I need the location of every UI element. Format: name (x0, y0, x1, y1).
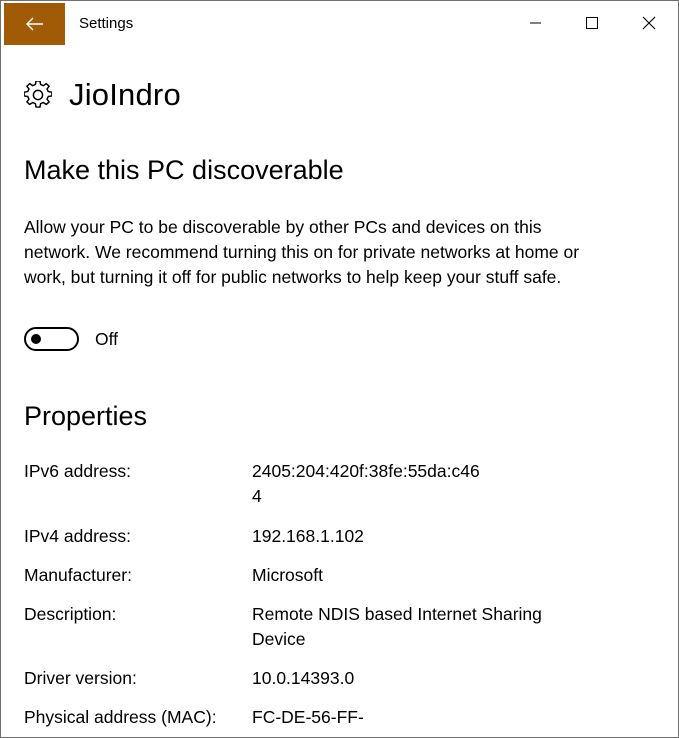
window-title: Settings (79, 15, 134, 32)
property-name: Physical address (MAC): (24, 707, 217, 727)
discoverable-heading: Make this PC discoverable (24, 155, 344, 185)
close-button[interactable] (621, 1, 677, 45)
property-name: IPv6 address: (24, 461, 131, 481)
property-name: Manufacturer: (24, 565, 132, 585)
title-bar: Settings (1, 1, 678, 45)
page-header: JioIndro (23, 77, 181, 113)
property-name: IPv4 address: (24, 526, 131, 546)
close-icon (642, 16, 656, 30)
property-value-line: 4 (252, 486, 262, 506)
property-value: 2405:204:420f:38fe:55da:c46 4 (252, 459, 488, 509)
discoverable-toggle[interactable] (24, 327, 79, 351)
settings-window: Settings JioIndro Make this PC discovera… (0, 0, 679, 738)
property-name: Driver version: (24, 668, 137, 688)
property-name: Description: (24, 604, 117, 624)
property-value-line: 2405:204:420f:38fe:55da:c46 (252, 461, 480, 481)
property-value: Remote NDIS based Internet Sharing Devic… (252, 604, 542, 649)
property-value: FC-DE-56-FF- (252, 707, 364, 727)
minimize-button[interactable] (508, 1, 564, 45)
minimize-icon (530, 17, 542, 29)
property-value: 10.0.14393.0 (252, 668, 355, 688)
property-value: Microsoft (252, 565, 323, 585)
arrow-left-icon (25, 17, 44, 31)
properties-heading: Properties (24, 401, 148, 431)
discoverable-toggle-row: Off (24, 327, 118, 351)
gear-icon (23, 80, 53, 109)
toggle-knob (31, 334, 41, 344)
property-value: 192.168.1.102 (252, 526, 364, 546)
page-title: JioIndro (69, 77, 181, 112)
discoverable-description: Allow your PC to be discoverable by othe… (24, 217, 580, 287)
maximize-icon (586, 17, 598, 29)
back-button[interactable] (4, 3, 65, 45)
maximize-button[interactable] (564, 1, 620, 45)
toggle-state-label: Off (95, 328, 119, 349)
